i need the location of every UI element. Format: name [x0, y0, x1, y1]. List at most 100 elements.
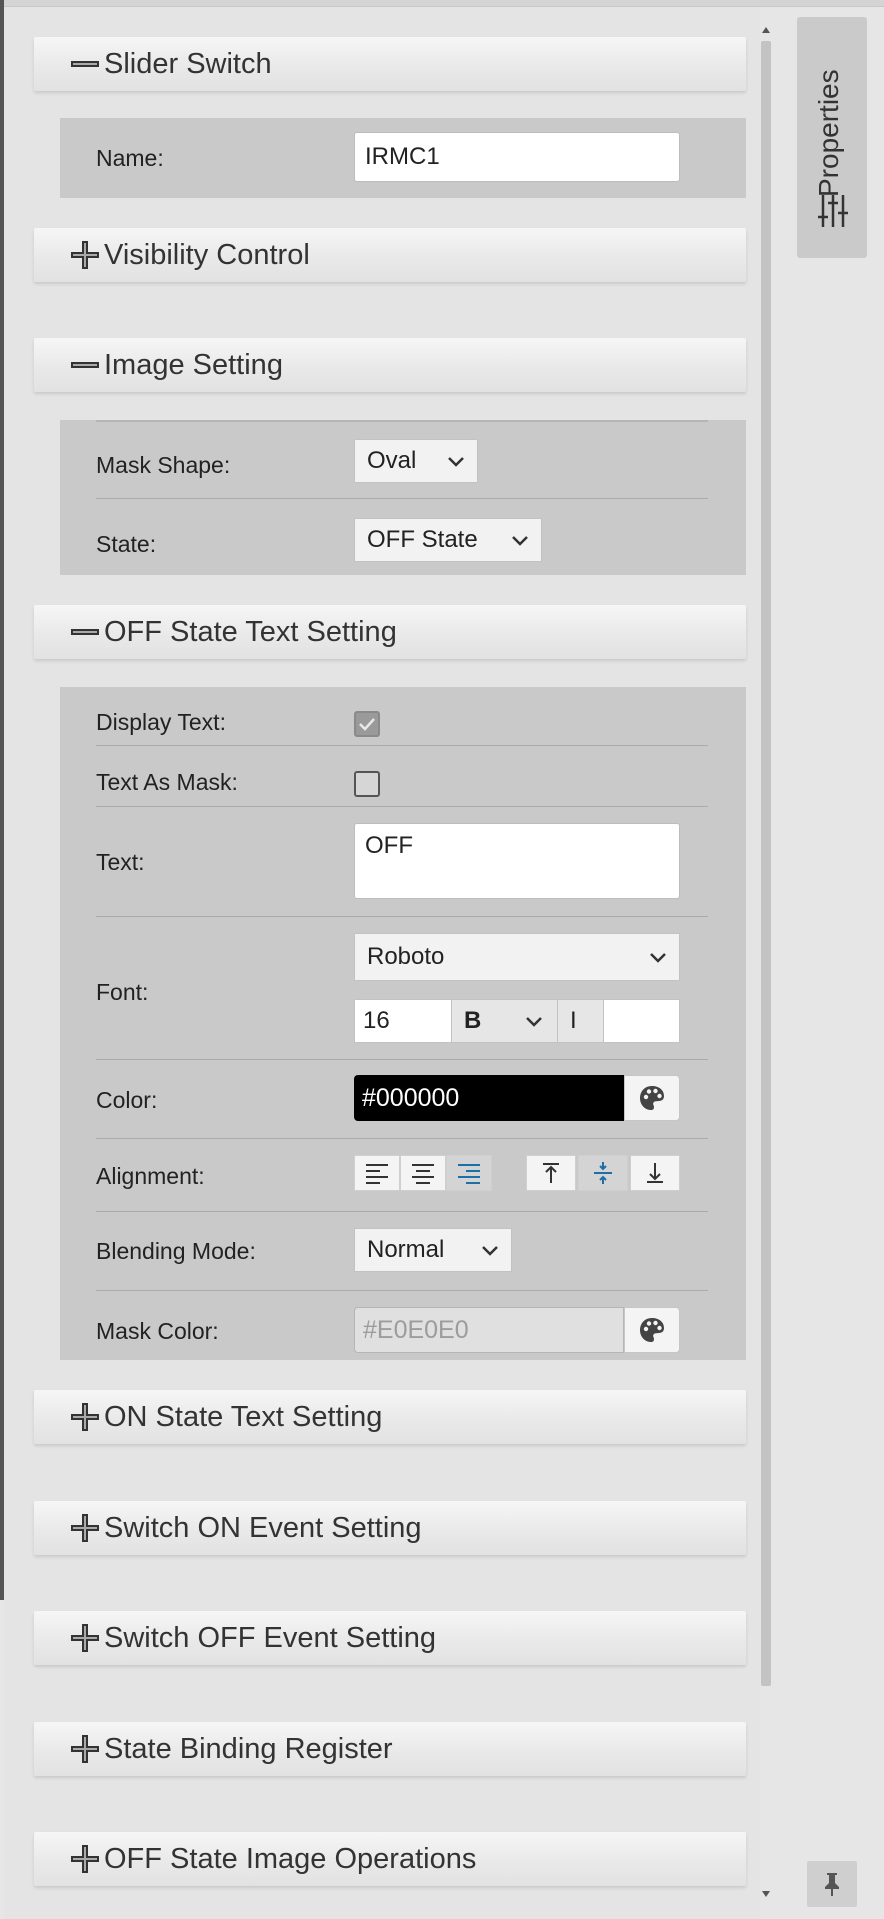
section-title: Image Setting	[104, 348, 283, 381]
section-header-image-setting[interactable]: Image Setting	[34, 338, 746, 392]
divider	[96, 1059, 708, 1060]
section-title: Slider Switch	[104, 47, 272, 80]
section-title: OFF State Text Setting	[104, 615, 397, 648]
section-header-slider-switch[interactable]: Slider Switch	[34, 37, 746, 91]
mask-color-hex-input[interactable]: #E0E0E0	[354, 1307, 624, 1353]
divider	[96, 1290, 708, 1291]
vertical-alignment-group	[526, 1155, 680, 1191]
font-label: Font:	[96, 979, 149, 1005]
sliders-icon	[818, 195, 848, 227]
align-center-icon	[412, 1164, 434, 1184]
properties-tab[interactable]: Properties	[797, 17, 867, 258]
dropdown-value: Roboto	[367, 943, 445, 970]
pin-button[interactable]	[807, 1861, 857, 1907]
section-title: Visibility Control	[104, 238, 310, 271]
section-title: State Binding Register	[104, 1732, 393, 1765]
font-weight-dropdown[interactable]: B	[451, 1000, 557, 1042]
font-extra-field[interactable]	[603, 1000, 679, 1042]
text-label: Text:	[96, 849, 145, 875]
color-label: Color:	[96, 1087, 158, 1113]
alignment-label: Alignment:	[96, 1163, 205, 1189]
horizontal-alignment-group	[354, 1155, 492, 1191]
blending-mode-dropdown[interactable]: Normal	[354, 1228, 512, 1272]
dropdown-value: B	[464, 1007, 482, 1034]
divider	[96, 745, 708, 746]
top-border	[0, 0, 884, 7]
vertical-scrollbar[interactable]	[760, 25, 772, 1905]
section-body-slider-switch: Name:	[60, 118, 746, 198]
chevron-down-icon	[448, 457, 464, 467]
text-as-mask-label: Text As Mask:	[96, 769, 238, 795]
display-text-label: Display Text:	[96, 709, 226, 735]
align-left-button[interactable]	[354, 1155, 400, 1191]
chevron-down-icon	[512, 536, 528, 546]
scroll-down-arrow-icon[interactable]	[761, 1889, 771, 1899]
collapse-icon	[71, 61, 99, 67]
mask-shape-label: Mask Shape:	[96, 452, 231, 478]
scroll-up-arrow-icon[interactable]	[761, 25, 771, 35]
color-picker: #000000	[354, 1075, 680, 1121]
section-header-on-state-text[interactable]: ON State Text Setting	[34, 1390, 746, 1444]
section-header-off-state-image-ops[interactable]: OFF State Image Operations	[34, 1832, 746, 1886]
section-header-visibility-control[interactable]: Visibility Control	[34, 228, 746, 282]
palette-icon	[640, 1318, 664, 1342]
chevron-down-icon	[526, 1017, 542, 1027]
chevron-down-icon	[482, 1246, 498, 1256]
italic-button[interactable]: I	[557, 1000, 603, 1042]
properties-panel: Slider Switch Name: Visibility Control I…	[4, 7, 760, 1919]
name-input[interactable]	[354, 132, 680, 182]
chevron-down-icon	[650, 953, 666, 963]
section-header-state-binding[interactable]: State Binding Register	[34, 1722, 746, 1776]
dropdown-value: Oval	[367, 447, 417, 474]
text-input[interactable]: OFF	[354, 823, 680, 899]
scrollbar-thumb[interactable]	[761, 41, 771, 1686]
text-as-mask-checkbox[interactable]	[354, 771, 380, 797]
font-family-dropdown[interactable]: Roboto	[354, 933, 680, 981]
section-header-switch-off-event[interactable]: Switch OFF Event Setting	[34, 1611, 746, 1665]
section-title: Switch OFF Event Setting	[104, 1621, 437, 1654]
divider	[96, 420, 708, 422]
mask-color-label: Mask Color:	[96, 1318, 219, 1344]
font-style-row: 16 B I	[354, 999, 680, 1043]
align-bottom-icon	[647, 1163, 663, 1183]
section-title: Switch ON Event Setting	[104, 1511, 422, 1544]
collapse-icon	[71, 362, 99, 368]
divider	[96, 1211, 708, 1212]
align-left-icon	[366, 1164, 388, 1184]
display-text-checkbox[interactable]	[354, 711, 380, 737]
font-size-input[interactable]: 16	[355, 1000, 451, 1042]
mask-shape-dropdown[interactable]: Oval	[354, 439, 478, 483]
state-label: State:	[96, 531, 157, 557]
mask-palette-button[interactable]	[624, 1307, 680, 1353]
expand-icon	[71, 1624, 99, 1652]
italic-label: I	[570, 1007, 577, 1034]
section-body-off-state-text: Display Text: Text As Mask: Text: OFF Fo…	[60, 687, 746, 1360]
pin-icon	[825, 1873, 839, 1896]
section-header-off-state-text[interactable]: OFF State Text Setting	[34, 605, 746, 659]
section-header-switch-on-event[interactable]: Switch ON Event Setting	[34, 1501, 746, 1555]
collapse-icon	[71, 629, 99, 635]
align-center-button[interactable]	[400, 1155, 446, 1191]
align-bottom-button[interactable]	[630, 1155, 680, 1191]
palette-icon	[640, 1086, 664, 1110]
section-title: ON State Text Setting	[104, 1400, 383, 1433]
dropdown-value: Normal	[367, 1236, 445, 1263]
section-body-image-setting: Mask Shape: Oval State: OFF State	[60, 420, 746, 575]
state-dropdown[interactable]: OFF State	[354, 518, 542, 562]
dropdown-value: OFF State	[367, 526, 478, 553]
align-middle-icon	[594, 1162, 612, 1184]
divider	[96, 498, 708, 499]
palette-button[interactable]	[624, 1075, 680, 1121]
color-hex-input[interactable]: #000000	[354, 1075, 624, 1121]
align-top-button[interactable]	[526, 1155, 576, 1191]
align-right-button[interactable]	[446, 1155, 492, 1191]
align-top-icon	[543, 1163, 559, 1183]
name-label: Name:	[96, 145, 164, 171]
right-rail	[772, 7, 884, 1919]
expand-icon	[71, 1735, 99, 1763]
properties-tab-label: Properties	[813, 69, 844, 197]
divider	[96, 1138, 708, 1139]
align-middle-button[interactable]	[578, 1155, 628, 1191]
divider	[96, 806, 708, 807]
section-title: OFF State Image Operations	[104, 1842, 477, 1875]
